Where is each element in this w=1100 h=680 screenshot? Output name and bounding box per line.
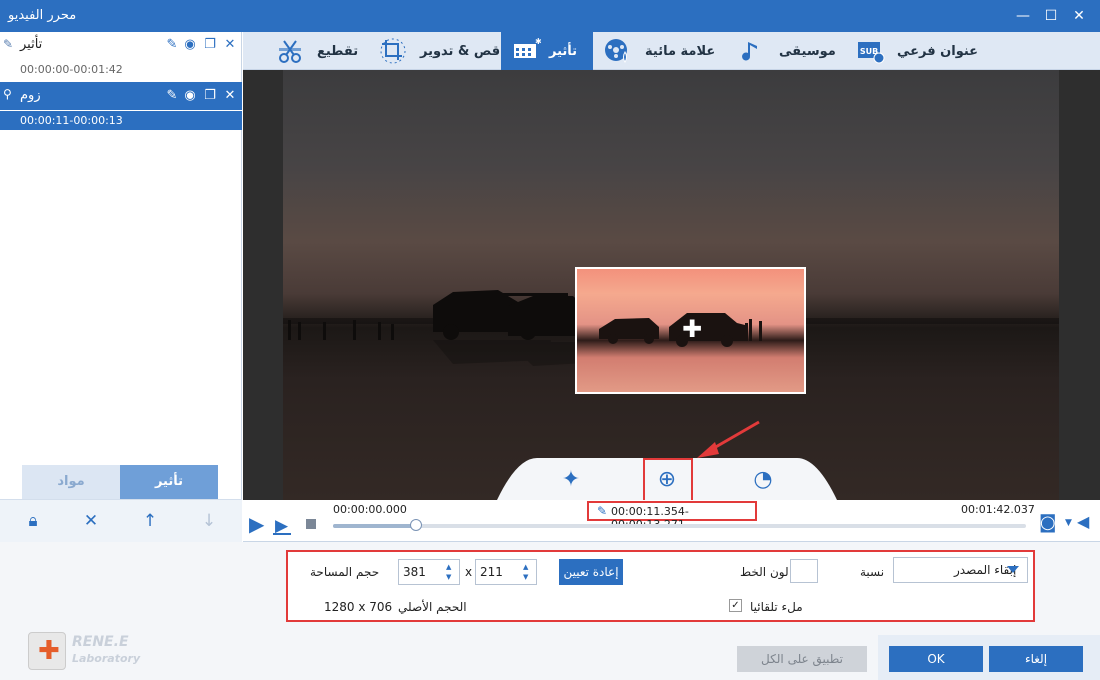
- cancel-button[interactable]: إلغاء: [989, 646, 1083, 672]
- delete-x-icon[interactable]: ✕: [222, 88, 238, 104]
- highlight-zoom-tool: [643, 458, 693, 502]
- original-size-label: الحجم الأصلي: [398, 600, 467, 614]
- visibility-eye-icon[interactable]: ◉: [182, 88, 198, 104]
- move-crosshair-icon[interactable]: ✚: [682, 317, 702, 341]
- move-up-arrow-icon[interactable]: ↑: [139, 510, 161, 532]
- left-panel-toolbar: 🔒︎ ✕ ↑ ↓: [0, 499, 242, 542]
- chevron-down-icon[interactable]: ▼: [1065, 518, 1072, 528]
- play-icon[interactable]: ▶: [249, 514, 264, 534]
- effect-item-label: زوم: [20, 88, 41, 103]
- brand-logo: ✚ RENE.E Laboratory: [28, 632, 158, 672]
- effect-item-time: 00:00:11-00:00:13: [0, 110, 242, 130]
- lock-icon[interactable]: 🔒︎: [22, 510, 44, 532]
- volume-add-icon[interactable]: ◔: [745, 464, 781, 496]
- window-title: محرر الفيديو: [8, 8, 77, 23]
- ok-button[interactable]: OK: [889, 646, 983, 672]
- svg-text:✱: ✱: [535, 37, 541, 46]
- timeline-progress: [333, 524, 417, 528]
- tab-materials[interactable]: مواد: [22, 465, 120, 499]
- effect-item-time: 00:00:00-00:01:42: [20, 63, 123, 76]
- stop-icon[interactable]: [306, 519, 316, 529]
- timeline-start-time: 00:00:00.000: [333, 503, 407, 516]
- camera-snapshot-icon[interactable]: ◙: [1039, 512, 1056, 533]
- timeline-track[interactable]: [333, 524, 1026, 528]
- timeline-end-time: 00:01:42.037: [961, 503, 1035, 516]
- tab-crop-rotate[interactable]: قص & تدوير: [378, 32, 500, 70]
- close-button[interactable]: ✕: [1066, 4, 1092, 28]
- width-stepper[interactable]: 381 ▲ ▼: [398, 559, 460, 585]
- stepper-up-icon[interactable]: ▲: [523, 563, 533, 572]
- tab-watermark[interactable]: علامة مائية: [603, 32, 715, 70]
- line-color-swatch[interactable]: [790, 559, 818, 583]
- height-stepper[interactable]: 211 ▲ ▼: [475, 559, 537, 585]
- original-size-value: 1280 x 706: [324, 600, 393, 614]
- tab-music[interactable]: موسيقى: [737, 32, 836, 70]
- auto-fill-checkbox[interactable]: ✓: [729, 599, 742, 612]
- video-preview: ✚ ✦ ⊕ ◔: [243, 70, 1100, 500]
- volume-icon[interactable]: ◀: [1077, 512, 1089, 531]
- tab-effect[interactable]: تأثير: [120, 465, 218, 499]
- line-color-label: لون الخط: [740, 565, 789, 579]
- maximize-button[interactable]: ☐: [1038, 4, 1064, 28]
- remove-x-icon[interactable]: ✕: [80, 510, 102, 532]
- apply-all-button[interactable]: تطبيق على الكل: [737, 646, 867, 672]
- effect-item-zoom[interactable]: ⚲ زوم ✎ ◉ ❐ ✕: [0, 82, 242, 110]
- magic-wand-icon: ✎: [3, 37, 14, 51]
- tab-cut[interactable]: تقطيع: [275, 32, 358, 70]
- magic-wand-add-icon[interactable]: ✦: [553, 464, 589, 496]
- title-bar: محرر الفيديو — ☐ ✕: [0, 0, 1100, 32]
- timeline-playhead[interactable]: [410, 519, 423, 531]
- effect-tool-tray: ✦ ⊕ ◔: [497, 458, 875, 500]
- ratio-label: نسبة: [860, 565, 885, 579]
- effect-icon: ✱: [514, 37, 541, 58]
- edit-pencil-icon[interactable]: ✎: [164, 88, 180, 104]
- crop-rotate-icon: [380, 38, 406, 64]
- annotation-arrow-icon: [697, 420, 760, 458]
- chevron-down-icon: [1007, 566, 1019, 573]
- edit-pencil-icon[interactable]: ✎: [597, 504, 607, 518]
- segment-time-highlight: ✎ 00:00:11.354-00:00:13.271: [587, 501, 757, 531]
- subtitle-icon: SUB: [858, 42, 885, 64]
- effect-item-label: تأثير: [20, 37, 43, 52]
- tab-subtitle[interactable]: SUB عنوان فرعي: [855, 32, 978, 70]
- music-note-icon: [742, 40, 757, 61]
- effects-panel: ✎ تأثير ✎ ◉ ❐ ✕ 00:00:00-00:01:42 ⚲ زوم …: [0, 32, 242, 542]
- zoom-magnifier-icon: ⚲: [3, 87, 12, 101]
- minimize-button[interactable]: —: [1010, 4, 1036, 28]
- stepper-up-icon[interactable]: ▲: [446, 563, 456, 572]
- scissors-icon: [279, 40, 301, 63]
- editor-tabs: SUB عنوان فرعي موسيقى علامة مائية ✱ تأثي…: [243, 32, 1100, 70]
- stepper-down-icon[interactable]: ▼: [523, 573, 533, 582]
- visibility-eye-icon[interactable]: ◉: [182, 37, 198, 53]
- area-size-label: حجم المساحة: [310, 565, 380, 579]
- zoom-settings-panel: حجم المساحة 381 ▲ ▼ x 211 ▲ ▼ إعادة تعيي…: [286, 550, 1035, 622]
- watermark-icon: [605, 39, 627, 63]
- video-frame: ✚ ✦ ⊕ ◔: [283, 70, 1059, 500]
- move-down-arrow-icon[interactable]: ↓: [198, 510, 220, 532]
- reset-button[interactable]: إعادة تعيين: [559, 559, 623, 585]
- edit-pencil-icon[interactable]: ✎: [164, 37, 180, 53]
- medical-cross-icon: ✚: [38, 636, 60, 666]
- copy-icon[interactable]: ❐: [202, 37, 218, 53]
- stepper-down-icon[interactable]: ▼: [446, 573, 456, 582]
- ratio-dropdown[interactable]: إبقاء المصدر: [893, 557, 1028, 583]
- tab-effect-editor[interactable]: ✱ تأثير: [501, 32, 593, 70]
- delete-x-icon[interactable]: ✕: [222, 37, 238, 53]
- size-separator: x: [465, 565, 473, 579]
- left-panel-tabs: مواد تأثير: [22, 465, 218, 499]
- copy-icon[interactable]: ❐: [202, 88, 218, 104]
- effect-item-effect[interactable]: ✎ تأثير ✎ ◉ ❐ ✕: [0, 32, 242, 58]
- timeline: ▶ ▶ 00:00:00.000 00:01:42.037 ✎ 00:00:11…: [243, 500, 1100, 542]
- zoom-region-box[interactable]: ✚: [575, 267, 806, 394]
- auto-fill-label: ملء تلقائيا: [750, 600, 803, 614]
